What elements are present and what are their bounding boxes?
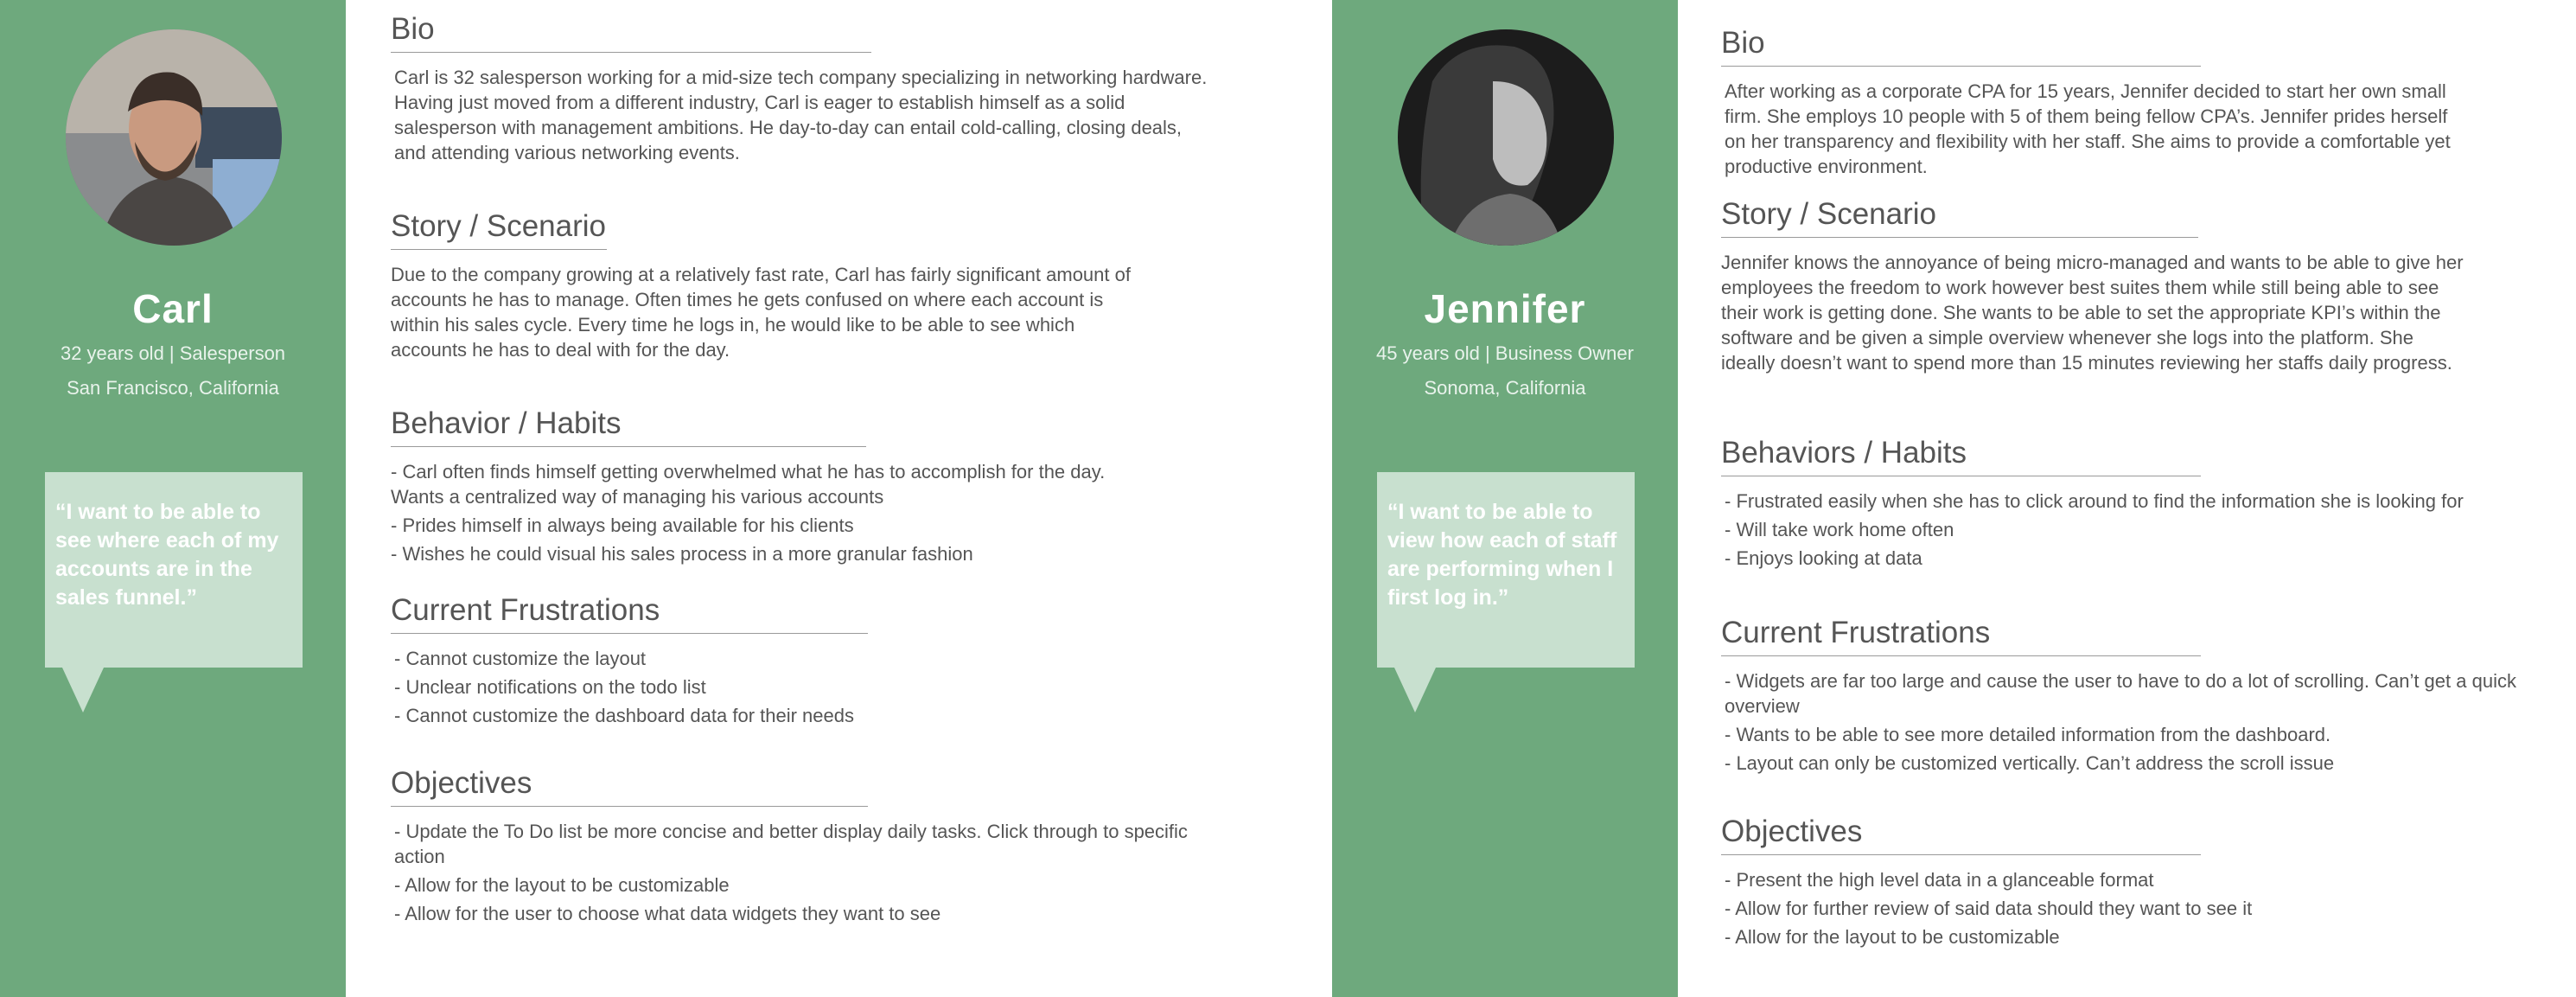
list-item: - Enjoys looking at data	[1725, 547, 1922, 569]
person-photo-icon	[66, 29, 282, 246]
section-heading: Bio	[1721, 26, 2201, 67]
persona-name: Carl	[132, 286, 214, 331]
frustrations-section: Current Frustrations - Cannot customize …	[391, 593, 1255, 732]
list-item: - Allow for the layout to be customizabl…	[1725, 926, 2060, 948]
list-item: - Unclear notifications on the todo list	[394, 676, 706, 698]
behavior-list: - Carl often finds himself getting overw…	[391, 459, 1151, 566]
section-heading: Story / Scenario	[1721, 197, 2198, 238]
list-item: - Allow for further review of said data …	[1725, 898, 2253, 919]
list-item: - Wants to be able to see more detailed …	[1725, 724, 2331, 745]
section-heading: Bio	[391, 12, 871, 53]
list-item: - Frustrated easily when she has to clic…	[1725, 490, 2464, 512]
story-text: Due to the company growing at a relative…	[391, 264, 1131, 361]
section-heading: Story / Scenario	[391, 209, 607, 250]
behavior-list: - Frustrated easily when she has to clic…	[1721, 489, 2554, 571]
bio-section: Bio Carl is 32 salesperson working for a…	[391, 12, 1255, 165]
persona-location: San Francisco, California	[67, 377, 279, 399]
list-item: - Cannot customize the layout	[394, 648, 647, 669]
persona-sidebar-jennifer: Jennifer 45 years old | Business Owner S…	[1332, 0, 1678, 997]
persona-age-role: 45 years old | Business Owner	[1376, 342, 1634, 364]
behavior-section: Behaviors / Habits - Frustrated easily w…	[1721, 436, 2551, 574]
avatar	[1398, 29, 1614, 246]
frustrations-section: Current Frustrations - Widgets are far t…	[1721, 616, 2551, 779]
bio-text: After working as a corporate CPA for 15 …	[1725, 80, 2451, 177]
list-item: - Present the high level data in a glanc…	[1725, 869, 2154, 891]
objectives-list: - Update the To Do list be more concise …	[391, 819, 1189, 926]
section-heading: Behaviors / Habits	[1721, 436, 2201, 476]
list-item: - Carl often finds himself getting overw…	[391, 461, 1106, 508]
behavior-section: Behavior / Habits - Carl often finds him…	[391, 406, 1255, 570]
section-heading: Objectives	[1721, 815, 2201, 855]
section-heading: Current Frustrations	[1721, 616, 2201, 656]
story-section: Story / Scenario Due to the company grow…	[391, 209, 1255, 362]
frustrations-list: - Widgets are far too large and cause th…	[1721, 668, 2554, 776]
list-item: - Update the To Do list be more concise …	[394, 821, 1188, 867]
section-heading: Objectives	[391, 766, 868, 807]
section-heading: Behavior / Habits	[391, 406, 866, 447]
frustrations-list: - Cannot customize the layout - Unclear …	[391, 646, 1155, 728]
persona-quote-bubble: “I want to be able to see where each of …	[45, 472, 303, 713]
persona-quote-bubble: “I want to be able to view how each of s…	[1377, 472, 1635, 713]
list-item: - Wishes he could visual his sales proce…	[391, 543, 973, 565]
list-item: - Allow for the user to choose what data…	[394, 903, 941, 924]
list-item: - Prides himself in always being availab…	[391, 514, 854, 536]
bio-text: Carl is 32 salesperson working for a mid…	[394, 67, 1208, 163]
list-item: - Widgets are far too large and cause th…	[1725, 670, 2516, 717]
story-section: Story / Scenario Jennifer knows the anno…	[1721, 197, 2551, 375]
list-item: - Allow for the layout to be customizabl…	[394, 874, 730, 896]
objectives-section: Objectives - Update the To Do list be mo…	[391, 766, 1255, 930]
person-photo-icon	[1398, 29, 1614, 246]
list-item: - Cannot customize the dashboard data fo…	[394, 705, 854, 726]
persona-name: Jennifer	[1424, 286, 1586, 331]
persona-age-role: 32 years old | Salesperson	[60, 342, 286, 364]
persona-sidebar-carl: Carl 32 years old | Salesperson San Fran…	[0, 0, 346, 997]
avatar	[66, 29, 282, 246]
objectives-section: Objectives - Present the high level data…	[1721, 815, 2551, 953]
list-item: - Will take work home often	[1725, 519, 1954, 540]
objectives-list: - Present the high level data in a glanc…	[1721, 867, 2554, 949]
persona-location: Sonoma, California	[1424, 377, 1586, 399]
story-text: Jennifer knows the annoyance of being mi…	[1721, 252, 2464, 374]
bio-section: Bio After working as a corporate CPA for…	[1721, 26, 2551, 179]
section-heading: Current Frustrations	[391, 593, 868, 634]
list-item: - Layout can only be customized vertical…	[1725, 752, 2335, 774]
